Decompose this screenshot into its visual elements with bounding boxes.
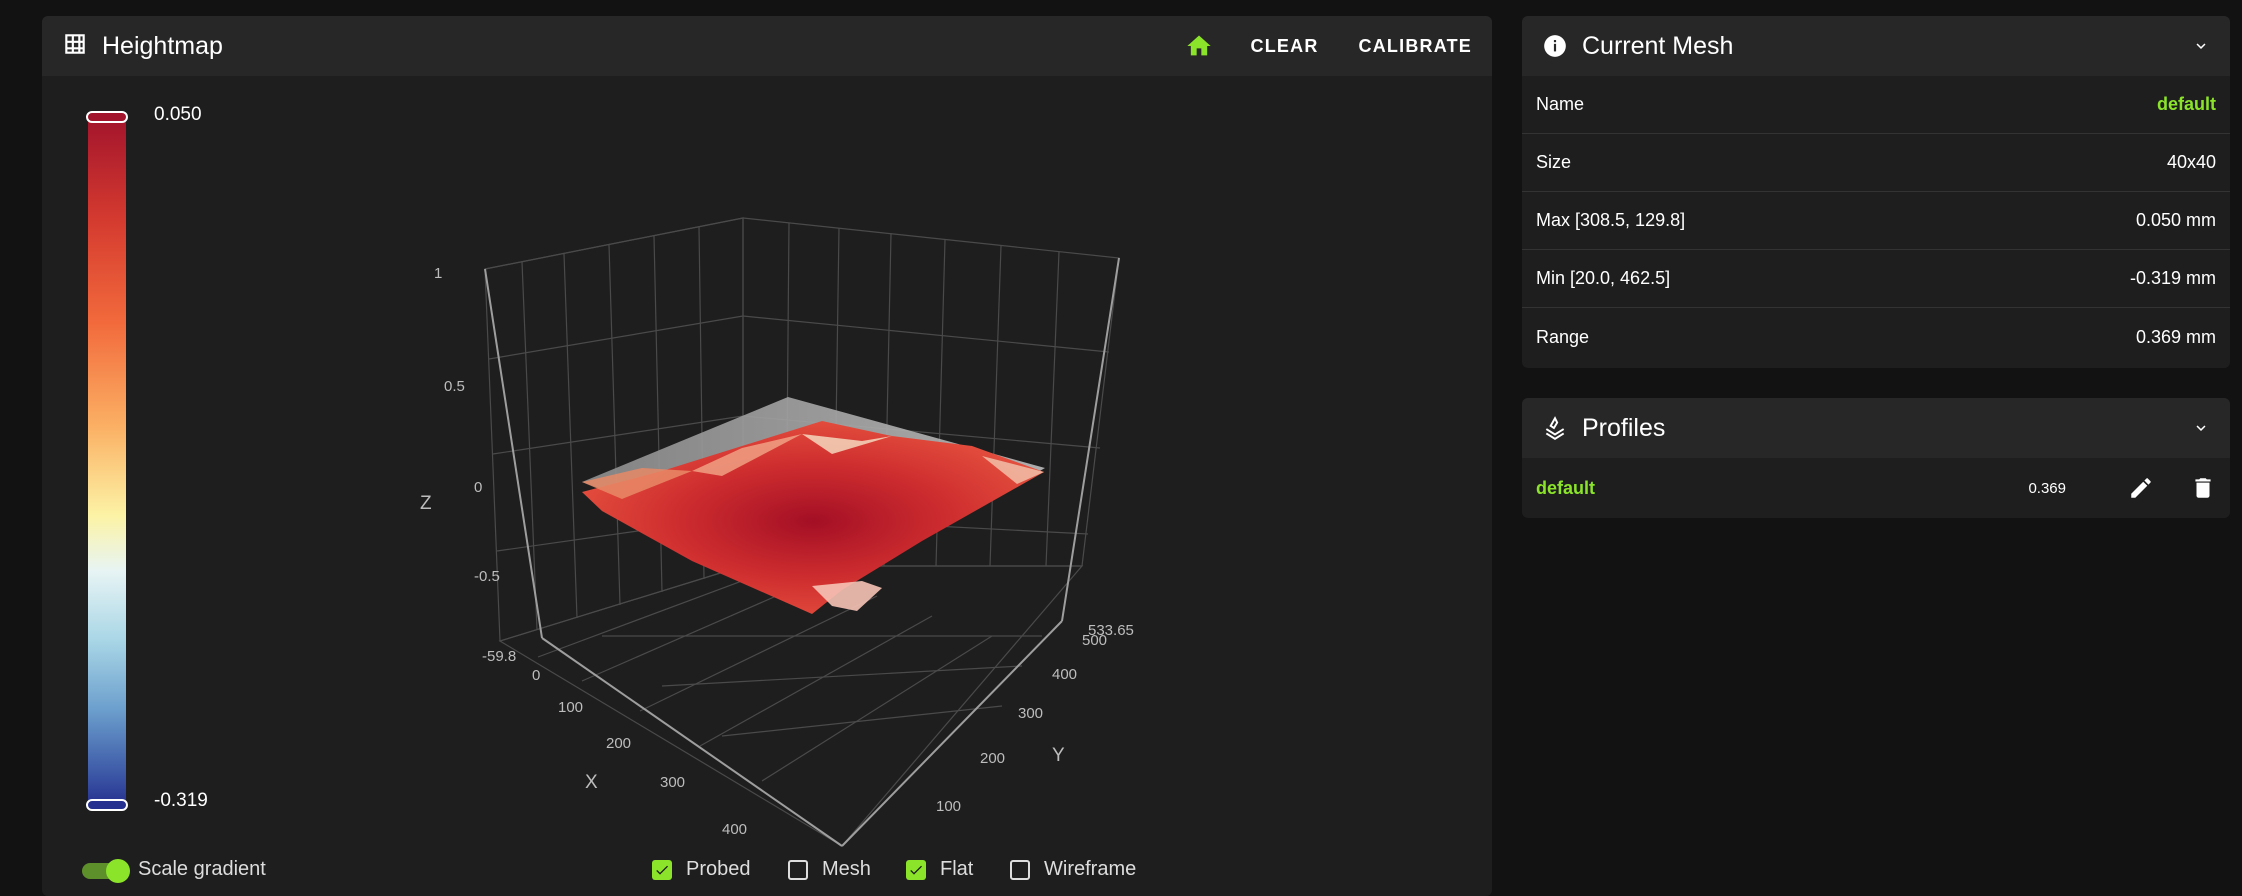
scale-gradient-label: Scale gradient [138, 858, 266, 880]
heightmap-card: Heightmap CLEAR CALIBRATE 0.050 -0.319 1… [42, 16, 1492, 896]
profiles-title: Profiles [1582, 413, 1666, 442]
row-label: Size [1536, 152, 1572, 172]
calibrate-button[interactable]: CALIBRATE [1359, 36, 1472, 57]
y-axis-label: Y [1052, 745, 1065, 766]
profiles-header[interactable]: Profiles [1522, 398, 2230, 458]
z-tick: -59.8 [482, 648, 516, 665]
heightmap-header: Heightmap CLEAR CALIBRATE [42, 16, 1492, 76]
checkbox-unchecked-icon[interactable] [1010, 859, 1030, 880]
y-tick: 100 [936, 798, 961, 815]
x-tick: 200 [606, 735, 631, 752]
z-axis-label: Z [420, 493, 432, 514]
mesh-row-name: Name default [1522, 76, 2230, 134]
x-tick: 0 [532, 667, 540, 684]
mesh-row-max: Max [308.5, 129.8] 0.050 mm [1522, 192, 2230, 250]
y-tick: 400 [1052, 666, 1077, 683]
mesh-row-range: Range 0.369 mm [1522, 308, 2230, 366]
y-tick: 533.65 [1088, 622, 1134, 639]
checkbox-checked-icon[interactable] [652, 859, 672, 880]
y-tick: 300 [1018, 705, 1043, 722]
mesh-info-list: Name default Size 40x40 Max [308.5, 129.… [1522, 76, 2230, 366]
info-icon [1542, 33, 1568, 59]
z-tick: 1 [434, 265, 442, 282]
row-value: -0.319 mm [2129, 268, 2216, 288]
z-tick: 0 [474, 479, 482, 496]
wireframe-checkbox[interactable]: Wireframe [1010, 858, 1136, 881]
x-tick: 400 [722, 821, 747, 838]
x-tick: 100 [558, 699, 583, 716]
toggle-switch[interactable] [82, 858, 130, 883]
profile-name[interactable]: default [1536, 478, 1595, 499]
profiles-card: Profiles default 0.369 [1522, 398, 2230, 518]
row-label: Name [1536, 94, 1585, 114]
row-value: default [2156, 94, 2216, 114]
row-label: Min [20.0, 462.5] [1536, 268, 1671, 288]
current-mesh-title: Current Mesh [1582, 31, 1734, 60]
scale-gradient-toggle[interactable]: Scale gradient [82, 858, 266, 883]
current-mesh-card: Current Mesh Name default Size 40x40 Max… [1522, 16, 2230, 368]
profile-row[interactable]: default 0.369 [1522, 458, 2230, 518]
z-tick: 0.5 [444, 378, 465, 395]
probed-checkbox[interactable]: Probed [652, 858, 751, 881]
y-tick: 200 [980, 750, 1005, 767]
heightmap-title: Heightmap [102, 31, 223, 60]
grid-icon [62, 31, 88, 62]
wireframe-label: Wireframe [1044, 858, 1137, 880]
mesh-surface [582, 421, 1044, 614]
heightmap-3d-plot[interactable]: 1 0.5 0 -0.5 -59.8 Z 0 100 200 300 400 X… [42, 76, 1492, 856]
probed-label: Probed [686, 858, 751, 880]
x-tick: 300 [660, 774, 685, 791]
checkbox-checked-icon[interactable] [906, 859, 926, 880]
x-axis-label: X [585, 772, 598, 793]
mesh-checkbox[interactable]: Mesh [788, 858, 871, 881]
chevron-down-icon[interactable] [2192, 419, 2210, 437]
row-label: Range [1536, 326, 1590, 347]
pencil-icon[interactable] [2128, 475, 2154, 501]
row-value: 0.050 mm [2135, 210, 2216, 230]
profile-range: 0.369 [2028, 479, 2066, 497]
chevron-down-icon[interactable] [2192, 37, 2210, 55]
flat-checkbox[interactable]: Flat [906, 858, 973, 881]
row-label: Max [308.5, 129.8] [1536, 210, 1686, 230]
clear-button[interactable]: CLEAR [1251, 36, 1319, 57]
checkbox-unchecked-icon[interactable] [788, 859, 808, 880]
z-tick: -0.5 [474, 568, 500, 585]
layers-icon [1542, 415, 1568, 441]
mesh-row-size: Size 40x40 [1522, 134, 2230, 192]
row-value: 0.369 mm [2135, 326, 2216, 347]
mesh-label: Mesh [822, 858, 871, 880]
home-icon[interactable] [1185, 32, 1213, 60]
flat-label: Flat [940, 858, 974, 880]
trash-icon[interactable] [2190, 475, 2216, 501]
row-value: 40x40 [2166, 152, 2216, 172]
mesh-row-min: Min [20.0, 462.5] -0.319 mm [1522, 250, 2230, 308]
current-mesh-header[interactable]: Current Mesh [1522, 16, 2230, 76]
